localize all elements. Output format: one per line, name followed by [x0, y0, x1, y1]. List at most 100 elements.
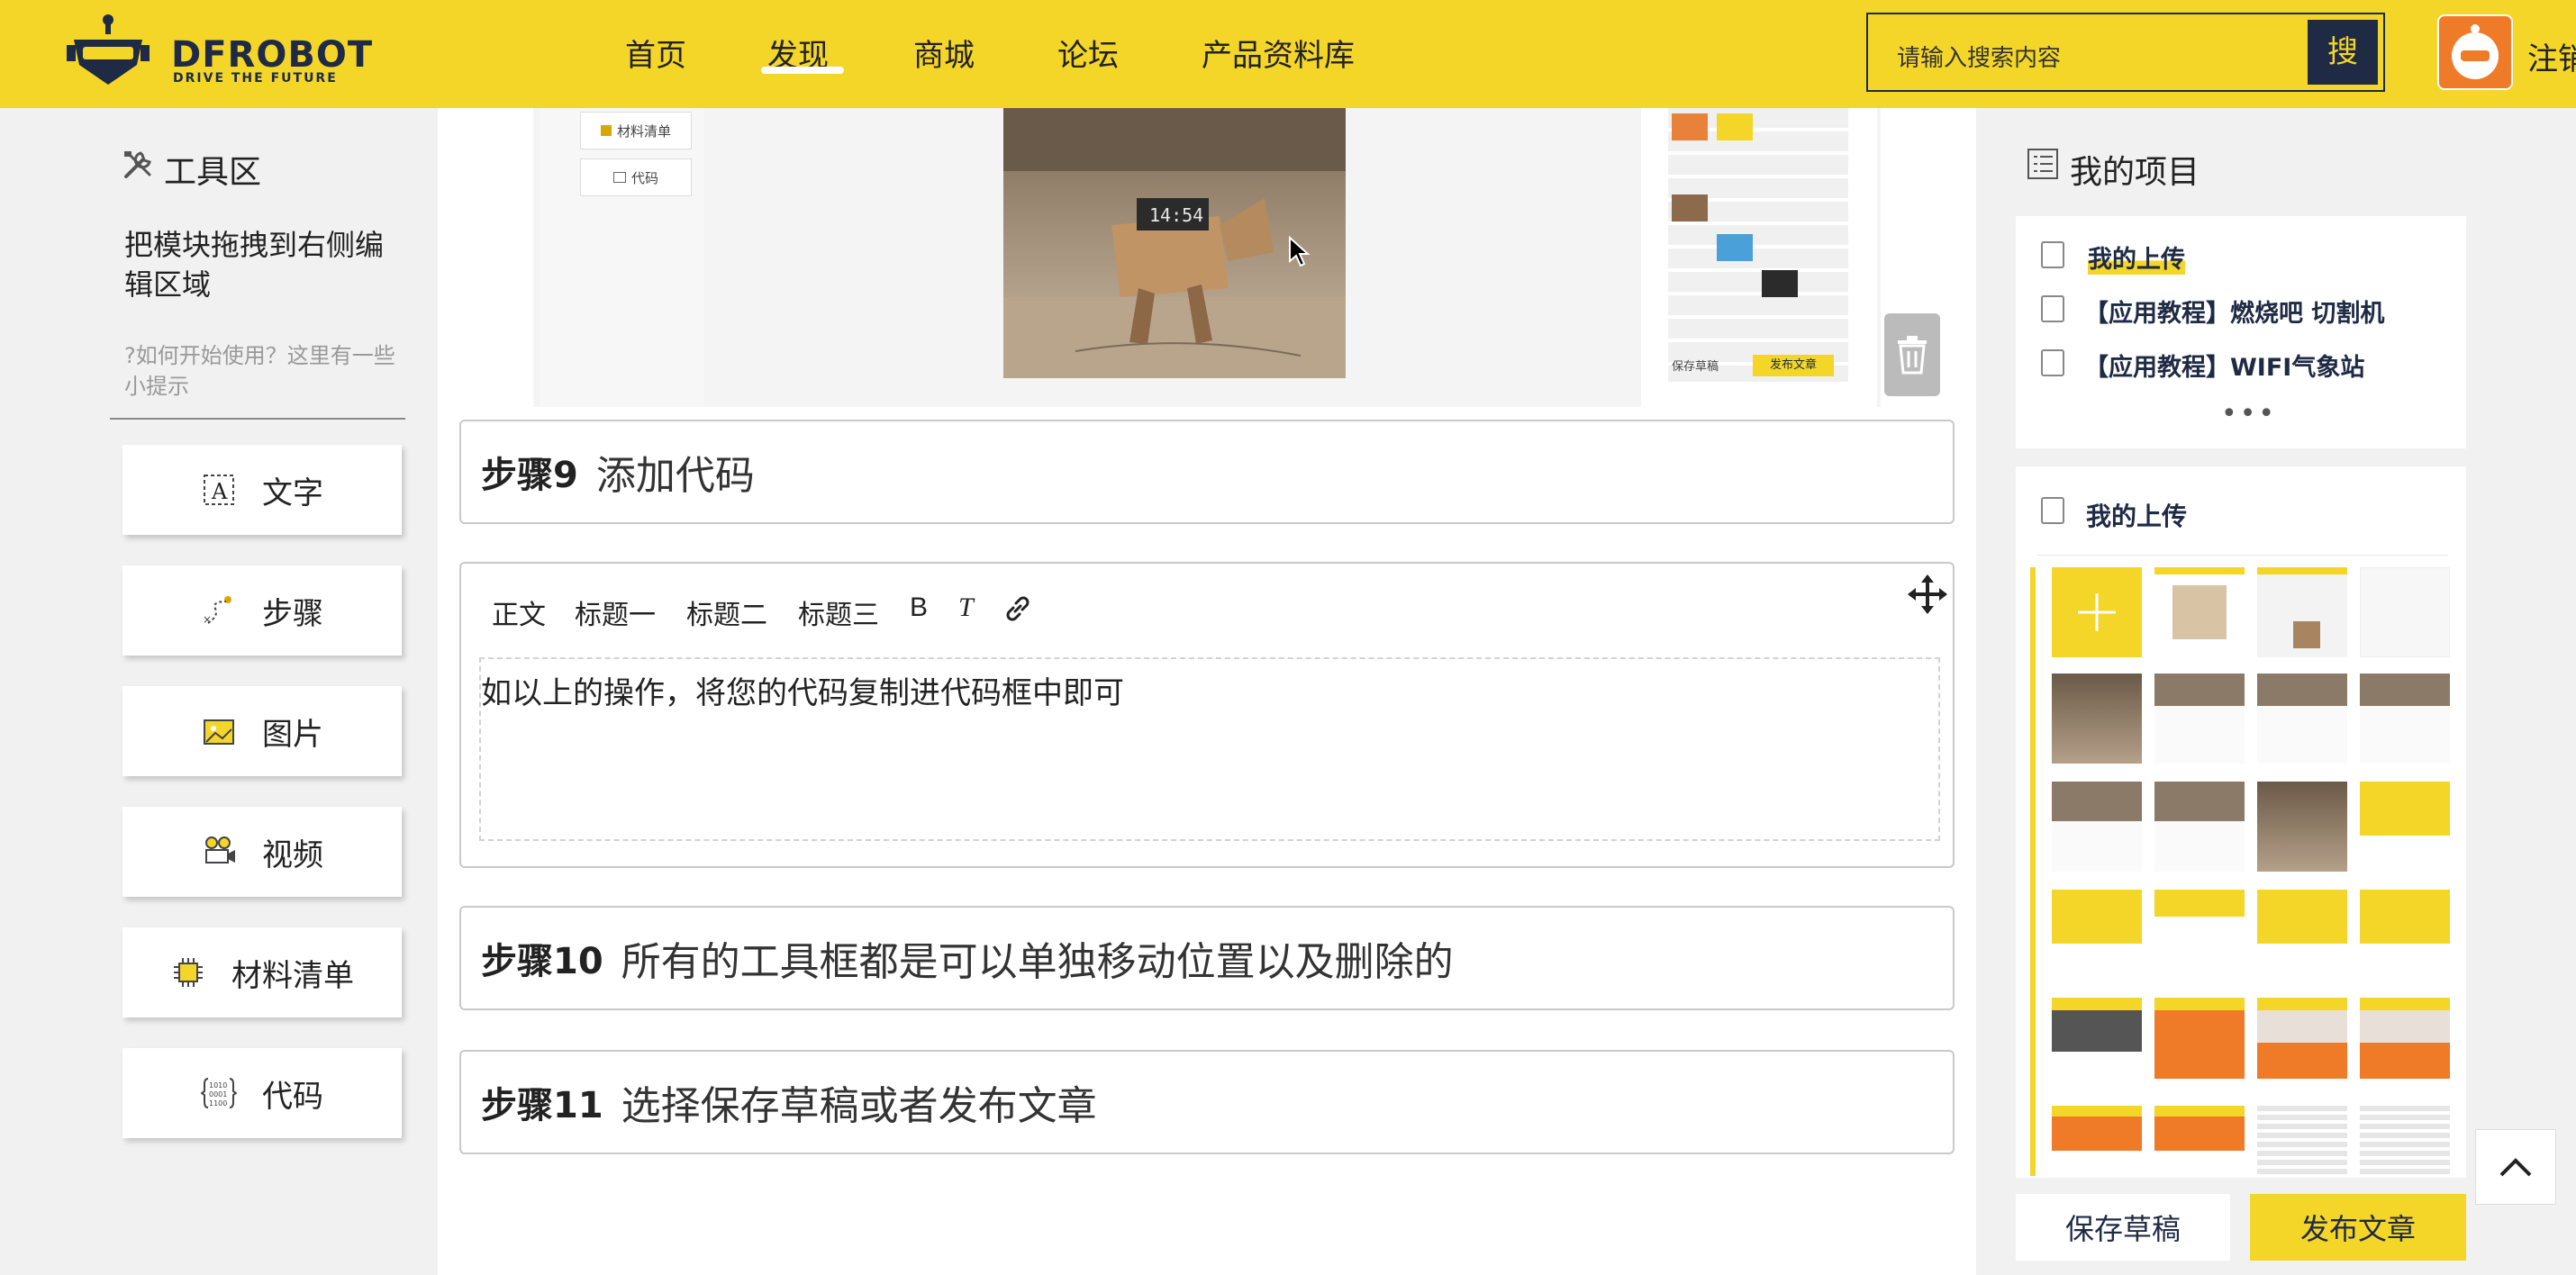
- upload-folder-icon: [2041, 241, 2064, 268]
- tool-image-button[interactable]: 图片: [122, 686, 402, 776]
- upload-thumb[interactable]: [2360, 782, 2450, 872]
- step-11-title[interactable]: 选择保存草稿或者发布文章: [621, 1073, 1097, 1131]
- image-icon: [204, 719, 234, 745]
- preview-mini-toolbar: [540, 108, 704, 407]
- bold-button[interactable]: B: [910, 592, 928, 623]
- upload-thumb[interactable]: [2154, 890, 2245, 980]
- upload-thumb[interactable]: [2052, 890, 2142, 980]
- tool-text-button[interactable]: A 文字: [122, 445, 402, 535]
- publish-button[interactable]: 发布文章: [2250, 1194, 2466, 1261]
- format-heading3-button[interactable]: 标题三: [798, 592, 879, 632]
- project-my-uploads[interactable]: 我的上传: [2088, 240, 2185, 275]
- upload-thumb[interactable]: [2257, 567, 2347, 657]
- top-header: DFROBOT DRIVE THE FUTURE 首页 发现 商城 论坛 产品资…: [0, 0, 2576, 108]
- tool-image-label: 图片: [262, 716, 323, 753]
- preview-mini-publish: 发布文章: [1753, 355, 1834, 376]
- svg-text:A: A: [211, 479, 228, 504]
- step-9-tag: 步骤9: [481, 446, 578, 498]
- save-draft-button[interactable]: 保存草稿: [2016, 1194, 2230, 1261]
- steps-icon: ×: [203, 596, 231, 626]
- tool-step-button[interactable]: × 步骤: [122, 565, 402, 656]
- video-icon: [205, 836, 235, 864]
- preview-mini-thumb: [1672, 113, 1708, 140]
- active-nav-underline: [761, 67, 844, 74]
- code-icon: 101000011100: [201, 1078, 237, 1108]
- nav-forum[interactable]: 论坛: [1057, 31, 1119, 75]
- tool-code-button[interactable]: 1010 0001 1100 代码: [122, 1048, 402, 1138]
- add-upload-button[interactable]: [2052, 567, 2142, 657]
- upload-thumb[interactable]: [2257, 890, 2347, 980]
- link-icon[interactable]: [1002, 592, 1034, 625]
- upload-thumb[interactable]: [2154, 674, 2245, 764]
- svg-text:1010: 1010: [209, 1081, 227, 1090]
- step-10-title[interactable]: 所有的工具框都是可以单独移动位置以及删除的: [621, 929, 1454, 987]
- code-icon: [612, 172, 626, 183]
- preview-mini-thumb: [1672, 194, 1708, 222]
- upload-thumb[interactable]: [2154, 998, 2245, 1088]
- preview-mini-thumb: [1717, 113, 1753, 140]
- preview-mini-code-label: 代码: [630, 169, 658, 186]
- upload-thumb[interactable]: [2052, 782, 2142, 872]
- project-item-wifi-weather[interactable]: 【应用教程】WIFI气象站: [2084, 348, 2364, 383]
- search-button[interactable]: 搜: [2308, 20, 2378, 85]
- format-heading2-button[interactable]: 标题二: [686, 592, 767, 632]
- preview-mini-thumbnails: [1668, 108, 1848, 382]
- upload-thumb[interactable]: [2257, 674, 2347, 764]
- chevron-up-icon: [2499, 1158, 2532, 1177]
- more-projects-button[interactable]: •••: [2221, 398, 2277, 430]
- step-10-block[interactable]: 步骤10 所有的工具框都是可以单独移动位置以及删除的: [459, 906, 1955, 1010]
- tool-video-button[interactable]: 视频: [122, 807, 402, 897]
- chip-icon: [600, 125, 612, 136]
- upload-thumb[interactable]: [2257, 1106, 2347, 1176]
- italic-button[interactable]: T: [958, 592, 974, 623]
- avatar[interactable]: [2437, 14, 2513, 90]
- delete-block-button[interactable]: [1884, 313, 1940, 396]
- document-icon: [2041, 349, 2064, 376]
- nav-home[interactable]: 首页: [625, 31, 686, 75]
- trash-icon: [1898, 336, 1927, 375]
- editor-content-text[interactable]: 如以上的操作，将您的代码复制进代码框中即可: [481, 668, 1124, 712]
- tool-video-label: 视频: [262, 836, 323, 873]
- move-icon[interactable]: [1906, 573, 1949, 616]
- upload-thumb[interactable]: [2360, 890, 2450, 980]
- upload-thumb[interactable]: [2052, 998, 2142, 1088]
- preview-mini-thumb: [1717, 234, 1753, 261]
- tool-bom-button[interactable]: 材料清单: [122, 927, 402, 1017]
- scroll-to-top-button[interactable]: [2475, 1129, 2556, 1205]
- preview-mini-code-button: 代码: [580, 158, 692, 196]
- upload-thumb[interactable]: [2360, 1106, 2450, 1176]
- divider: [110, 418, 405, 420]
- usage-hint-link[interactable]: ?如何开始使用？这里有一些小提示: [124, 340, 404, 402]
- preview-mini-page: 保存草稿 发布文章: [1641, 108, 1877, 407]
- upload-thumb[interactable]: [2052, 674, 2142, 764]
- uploads-title: 我的上传: [2086, 502, 2188, 531]
- svg-text:1100: 1100: [209, 1099, 227, 1108]
- upload-thumb[interactable]: [2257, 782, 2347, 872]
- upload-thumb[interactable]: [2257, 998, 2347, 1088]
- nav-product-library[interactable]: 产品资料库: [1202, 31, 1355, 75]
- preview-mini-bom-label: 材料清单: [616, 122, 671, 140]
- upload-thumb[interactable]: [2360, 567, 2450, 657]
- step-9-title[interactable]: 添加代码: [596, 443, 755, 501]
- document-icon: [2041, 295, 2064, 322]
- step-11-block[interactable]: 步骤11 选择保存草稿或者发布文章: [459, 1050, 1955, 1154]
- upload-thumb[interactable]: [2154, 782, 2245, 872]
- upload-thumb[interactable]: [2360, 998, 2450, 1088]
- upload-thumb[interactable]: [2360, 674, 2450, 764]
- step-9-block[interactable]: 步骤9 添加代码: [459, 420, 1955, 524]
- preview-mini-save: 保存草稿: [1672, 360, 1719, 374]
- upload-thumb[interactable]: [2154, 567, 2245, 657]
- upload-thumb[interactable]: [2052, 1106, 2142, 1176]
- robot-logo-icon[interactable]: [65, 13, 151, 94]
- format-heading1-button[interactable]: 标题一: [575, 592, 656, 632]
- format-body-button[interactable]: 正文: [492, 592, 546, 632]
- mouse-cursor-icon: [1289, 236, 1311, 267]
- svg-text:0001: 0001: [209, 1090, 227, 1099]
- upload-thumb[interactable]: [2154, 1106, 2245, 1176]
- nav-mall[interactable]: 商城: [913, 31, 975, 75]
- logo-text[interactable]: DFROBOT: [171, 34, 373, 76]
- project-panel-title: 我的项目: [2070, 154, 2200, 191]
- tool-step-label: 步骤: [262, 595, 323, 632]
- logout-link[interactable]: 注销: [2527, 34, 2576, 78]
- project-item-laser-cutter[interactable]: 【应用教程】燃烧吧 切割机: [2084, 294, 2384, 329]
